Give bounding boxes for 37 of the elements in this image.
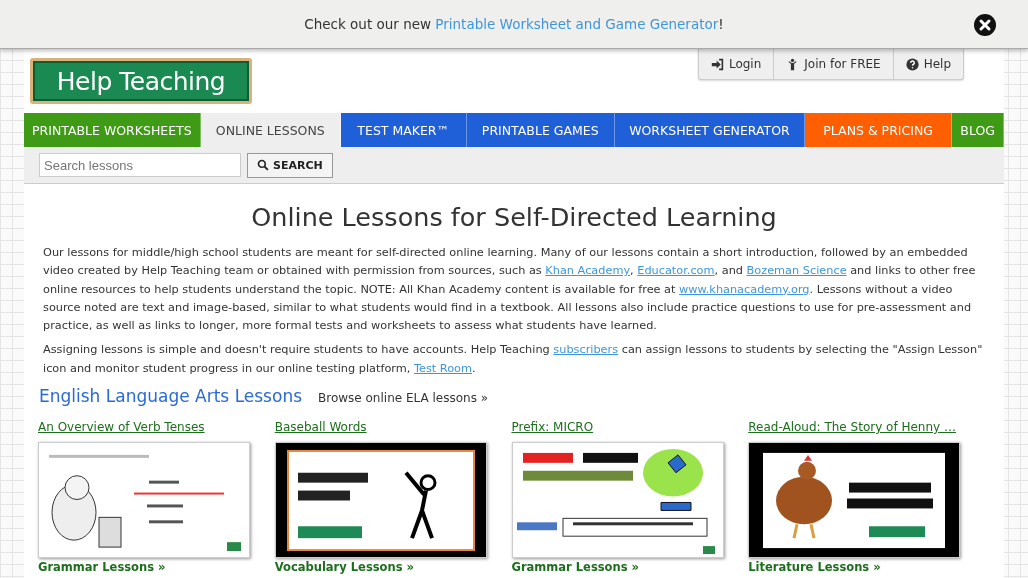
lesson-title-link[interactable]: Read-Aloud: The Story of Henny … <box>748 420 956 435</box>
help-icon <box>905 57 919 71</box>
section-title[interactable]: English Language Arts Lessons <box>39 386 302 407</box>
text-link[interactable]: subscribers <box>553 343 619 357</box>
account-button[interactable]: Login <box>698 49 775 79</box>
lesson-title-link[interactable]: Prefix: MICRO <box>511 420 594 435</box>
category-link[interactable]: Vocabulary Lessons » <box>274 560 414 575</box>
nav-tab[interactable]: PRINTABLE WORKSHEETS <box>24 113 201 147</box>
lesson-title-link[interactable]: An Overview of Verb Tenses <box>38 420 205 435</box>
browse-link[interactable]: Browse online ELA lessons » <box>318 391 489 406</box>
page-title: Online Lessons for Self-Directed Learning <box>250 202 778 232</box>
nav-tab[interactable]: ONLINE LESSONS <box>200 113 341 147</box>
text-link[interactable]: Test Room <box>413 361 472 375</box>
login-icon <box>710 57 724 71</box>
search-field[interactable]: Search lessons <box>39 153 241 177</box>
close-icon[interactable] <box>973 13 997 37</box>
category-link[interactable]: Literature Lessons » <box>748 560 881 575</box>
intro-paragraph: Our lessons for middle/high school students are meant for self-directed online learning. Many of our lessons contain a short introduction, followed by an embedded video created by Help Teaching team or obtained with permission from sources, such as Khan Academy, Educator.com, and Bozeman Science and links to other free online resources to help students understand the topic. NOTE: All Khan Academy content is available for free at www.khanacademy.org. Lessons without a video source noted are text and image-based, similar to what students would find in a textbook. All lessons also include practice questions to use for pre-assessment and practice, as well as links to longer, more formal tests and worksheets to assess what students have learned. <box>43 245 977 335</box>
intro-paragraph: Assigning lessons is simple and doesn't require students to have accounts. Help Teaching subscribers can assign lessons to students by selecting the "Assign Lesson" icon and monitor student progress in our online testing platform, Test Room. <box>43 342 984 377</box>
text-link[interactable]: www.khanacademy.org <box>679 282 810 296</box>
nav-tab[interactable]: WORKSHEET GENERATOR <box>614 113 805 147</box>
announcement-text: Check out our new Printable Worksheet and Game Generator! <box>304 16 724 32</box>
text-link[interactable]: Bozeman Science <box>746 264 847 278</box>
category-link[interactable]: Grammar Lessons » <box>511 560 639 575</box>
nav-tab[interactable]: PLANS & PRICING <box>804 113 953 147</box>
nav-tab[interactable]: BLOG <box>952 113 1004 147</box>
search-button[interactable]: SEARCH <box>247 152 333 178</box>
account-button[interactable]: Help <box>893 49 963 79</box>
category-link[interactable]: Grammar Lessons » <box>38 560 166 575</box>
lesson-title-link[interactable]: Baseball Words <box>274 420 367 435</box>
text-link[interactable]: Educator.com <box>637 264 715 278</box>
nav-tab[interactable]: TEST MAKER™ <box>340 113 467 147</box>
nav-tab[interactable]: PRINTABLE GAMES <box>466 113 615 147</box>
account-button[interactable]: Join for FREE <box>774 49 894 79</box>
logo[interactable]: Help Teaching <box>30 58 252 104</box>
text-link[interactable]: Khan Academy <box>545 264 631 278</box>
search-icon <box>257 159 269 171</box>
